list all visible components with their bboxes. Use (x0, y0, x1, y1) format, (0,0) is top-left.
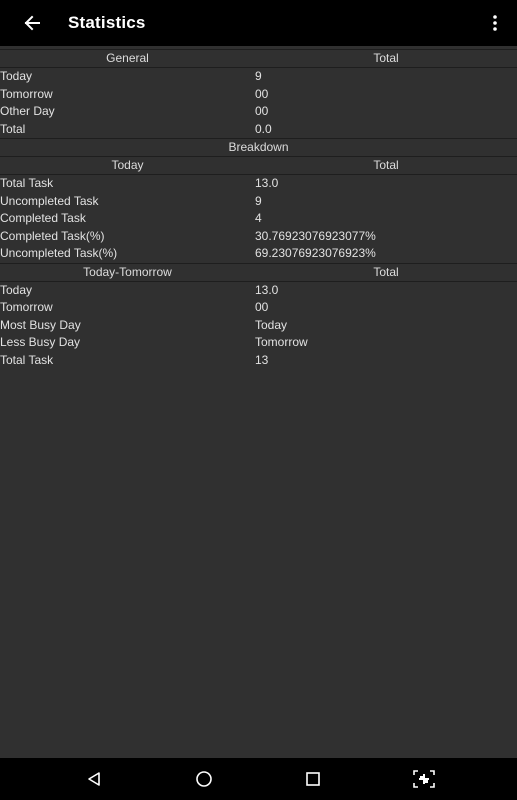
statistics-table: General Total Today 9 Tomorrow 00 Other … (0, 49, 517, 369)
nav-back-triangle-icon (88, 772, 100, 786)
screenshot-button[interactable] (411, 766, 437, 792)
row-value: 4 (255, 211, 262, 225)
breakdown-title: Breakdown (228, 140, 289, 154)
general-header: General Total (0, 49, 517, 68)
row-label: Tomorrow (0, 300, 53, 314)
table-row: Completed Task 4 (0, 210, 517, 228)
arrow-left-icon (24, 15, 40, 31)
row-value: 00 (255, 104, 269, 118)
table-row: Uncompleted Task 9 (0, 193, 517, 211)
row-value: 9 (255, 193, 262, 208)
breakdown-title-bar: Breakdown (0, 138, 517, 157)
row-label: Total Task (0, 352, 54, 367)
screenshot-capture-icon (413, 770, 435, 788)
app-bar: Statistics (0, 0, 517, 46)
row-value: 13.0 (255, 176, 279, 190)
today-tomorrow-header-label: Today-Tomorrow (83, 264, 172, 279)
system-nav-bar (0, 758, 517, 800)
row-value: 13.0 (255, 282, 279, 297)
row-value: 69.23076923076923% (255, 246, 376, 260)
row-label: Completed Task (0, 211, 86, 225)
row-value: Tomorrow (255, 335, 308, 349)
general-header-total: Total (373, 51, 399, 65)
overflow-menu-button[interactable] (487, 8, 503, 38)
table-row: Completed Task(%) 30.76923076923077% (0, 228, 517, 246)
table-row: Uncompleted Task(%) 69.23076923076923% (0, 245, 517, 263)
nav-home-circle-icon (196, 771, 212, 787)
table-row: Total Task 13 (0, 352, 517, 370)
row-label: Uncompleted Task(%) (0, 246, 118, 260)
row-label: Total (0, 121, 26, 136)
today-tomorrow-header-total: Total (373, 264, 399, 279)
row-value: 00 (255, 86, 269, 101)
row-value: 30.76923076923077% (255, 228, 376, 243)
row-label: Today (0, 282, 33, 297)
back-button[interactable] (17, 8, 47, 38)
row-value: Today (255, 317, 288, 332)
row-value: 0.0 (255, 121, 272, 136)
row-value: 13 (255, 352, 269, 367)
nav-back-button[interactable] (81, 766, 107, 792)
row-label: Uncompleted Task (0, 193, 99, 208)
row-label: Completed Task(%) (0, 228, 105, 243)
general-header-label: General (106, 51, 149, 65)
table-row: Today 9 (0, 68, 517, 86)
breakdown-header-total: Total (373, 158, 399, 172)
nav-home-button[interactable] (191, 766, 217, 792)
page-title: Statistics (68, 13, 146, 32)
nav-recents-square-icon (306, 772, 320, 786)
row-label: Total Task (0, 176, 54, 190)
more-vertical-icon (493, 15, 497, 31)
table-row: Today 13.0 (0, 282, 517, 300)
row-label: Tomorrow (0, 86, 53, 101)
table-row: Total Task 13.0 (0, 175, 517, 193)
row-label: Other Day (0, 104, 55, 118)
nav-recents-button[interactable] (300, 766, 326, 792)
row-label: Less Busy Day (0, 335, 81, 349)
row-value: 00 (255, 300, 269, 314)
table-row: Less Busy Day Tomorrow (0, 334, 517, 352)
table-row: Most Busy Day Today (0, 317, 517, 335)
today-tomorrow-header: Today-Tomorrow Total (0, 262, 517, 282)
breakdown-header: Today Total (0, 157, 517, 175)
table-row: Total 0.0 (0, 121, 517, 139)
breakdown-header-label: Today (111, 158, 144, 172)
row-label: Most Busy Day (0, 317, 81, 332)
table-row: Other Day 00 (0, 103, 517, 121)
row-value: 9 (255, 69, 262, 83)
row-label: Today (0, 69, 33, 83)
table-row: Tomorrow 00 (0, 86, 517, 104)
table-row: Tomorrow 00 (0, 299, 517, 317)
statistics-screen: Statistics General Total Today 9 Tomorro… (0, 0, 517, 800)
